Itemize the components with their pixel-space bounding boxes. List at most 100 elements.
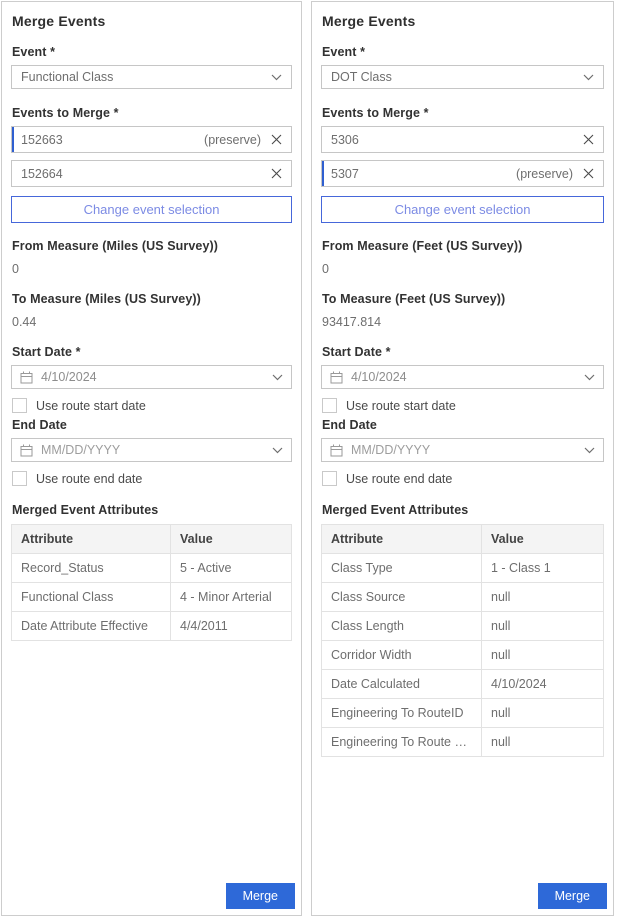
events-to-merge-label: Events to Merge *: [12, 106, 292, 120]
event-to-merge-input[interactable]: 152664: [11, 160, 292, 187]
value-cell: 4 - Minor Arterial: [171, 583, 292, 612]
start-date-value: 4/10/2024: [41, 370, 97, 384]
event-id: 5307: [331, 167, 359, 181]
use-route-start-date-checkbox[interactable]: [322, 398, 337, 413]
event-to-merge-input[interactable]: 5306: [321, 126, 604, 153]
chevron-down-icon: [583, 74, 594, 81]
chevron-down-icon: [272, 374, 283, 381]
panel-title: Merge Events: [322, 13, 604, 29]
end-date-input[interactable]: MM/DD/YYYY: [11, 438, 292, 462]
table-row: Functional Class 4 - Minor Arterial: [12, 583, 292, 612]
chevron-down-icon: [584, 447, 595, 454]
calendar-icon: [330, 371, 343, 384]
attribute-cell: Date Calculated: [322, 670, 482, 699]
start-date-input[interactable]: 4/10/2024: [321, 365, 604, 389]
use-route-end-date-checkbox[interactable]: [12, 471, 27, 486]
event-select[interactable]: Functional Class: [11, 65, 292, 89]
merged-attributes-label: Merged Event Attributes: [322, 503, 604, 517]
table-row: Record_Status 5 - Active: [12, 554, 292, 583]
calendar-icon: [20, 444, 33, 457]
use-route-start-date-row: Use route start date: [12, 398, 292, 413]
merge-button[interactable]: Merge: [538, 883, 607, 909]
event-label: Event *: [322, 45, 604, 59]
attribute-column-header: Attribute: [12, 525, 171, 554]
to-measure-label: To Measure (Miles (US Survey)): [12, 292, 292, 306]
chevron-down-icon: [271, 74, 282, 81]
value-cell: null: [482, 612, 604, 641]
event-select-value: DOT Class: [331, 70, 392, 84]
attribute-cell: Corridor Width: [322, 641, 482, 670]
close-icon[interactable]: [583, 168, 594, 179]
event-select-value: Functional Class: [21, 70, 113, 84]
use-route-end-date-row: Use route end date: [12, 471, 292, 486]
end-date-input[interactable]: MM/DD/YYYY: [321, 438, 604, 462]
to-measure-value: 93417.814: [322, 315, 604, 329]
event-select[interactable]: DOT Class: [321, 65, 604, 89]
value-column-header: Value: [171, 525, 292, 554]
value-cell: null: [482, 699, 604, 728]
event-to-merge-input[interactable]: 152663 (preserve): [11, 126, 292, 153]
calendar-icon: [330, 444, 343, 457]
merged-attributes-table: Attribute Value Record_Status 5 - Active…: [11, 524, 292, 641]
use-route-start-date-checkbox[interactable]: [12, 398, 27, 413]
event-to-merge-input[interactable]: 5307 (preserve): [321, 160, 604, 187]
value-cell: 1 - Class 1: [482, 554, 604, 583]
value-cell: 4/4/2011: [171, 612, 292, 641]
table-row: Date Calculated 4/10/2024: [322, 670, 604, 699]
close-icon[interactable]: [271, 168, 282, 179]
merge-events-panel-left: Merge Events Event * Functional Class Ev…: [1, 1, 302, 916]
start-date-label: Start Date *: [12, 345, 292, 359]
event-id: 152663: [21, 133, 63, 147]
event-label: Event *: [12, 45, 292, 59]
table-row: Engineering To RouteID null: [322, 699, 604, 728]
attribute-column-header: Attribute: [322, 525, 482, 554]
attribute-cell: Record_Status: [12, 554, 171, 583]
use-route-end-date-label: Use route end date: [346, 472, 452, 486]
table-row: Date Attribute Effective 4/4/2011: [12, 612, 292, 641]
close-icon[interactable]: [271, 134, 282, 145]
table-row: Engineering To Route … null: [322, 728, 604, 757]
event-id: 5306: [331, 133, 359, 147]
attribute-cell: Class Source: [322, 583, 482, 612]
preserve-badge: (preserve): [516, 167, 573, 181]
value-cell: null: [482, 728, 604, 757]
end-date-placeholder: MM/DD/YYYY: [41, 443, 120, 457]
use-route-end-date-row: Use route end date: [322, 471, 604, 486]
to-measure-value: 0.44: [12, 315, 292, 329]
merged-attributes-table: Attribute Value Class Type 1 - Class 1 C…: [321, 524, 604, 757]
table-row: Class Source null: [322, 583, 604, 612]
attribute-cell: Date Attribute Effective: [12, 612, 171, 641]
attribute-cell: Class Length: [322, 612, 482, 641]
merge-events-panel-right: Merge Events Event * DOT Class Events to…: [311, 1, 614, 916]
start-date-label: Start Date *: [322, 345, 604, 359]
event-id: 152664: [21, 167, 63, 181]
end-date-placeholder: MM/DD/YYYY: [351, 443, 430, 457]
table-row: Corridor Width null: [322, 641, 604, 670]
merged-attributes-label: Merged Event Attributes: [12, 503, 292, 517]
preserve-badge: (preserve): [204, 133, 261, 147]
from-measure-label: From Measure (Miles (US Survey)): [12, 239, 292, 253]
table-row: Class Length null: [322, 612, 604, 641]
value-cell: null: [482, 641, 604, 670]
chevron-down-icon: [272, 447, 283, 454]
use-route-start-date-row: Use route start date: [322, 398, 604, 413]
from-measure-label: From Measure (Feet (US Survey)): [322, 239, 604, 253]
merge-button[interactable]: Merge: [226, 883, 295, 909]
table-header-row: Attribute Value: [12, 525, 292, 554]
end-date-label: End Date: [12, 418, 292, 432]
calendar-icon: [20, 371, 33, 384]
attribute-cell: Engineering To RouteID: [322, 699, 482, 728]
use-route-start-date-label: Use route start date: [36, 399, 146, 413]
value-cell: 4/10/2024: [482, 670, 604, 699]
to-measure-label: To Measure (Feet (US Survey)): [322, 292, 604, 306]
change-event-selection-button[interactable]: Change event selection: [321, 196, 604, 223]
close-icon[interactable]: [583, 134, 594, 145]
change-event-selection-button[interactable]: Change event selection: [11, 196, 292, 223]
table-header-row: Attribute Value: [322, 525, 604, 554]
start-date-input[interactable]: 4/10/2024: [11, 365, 292, 389]
attribute-cell: Functional Class: [12, 583, 171, 612]
end-date-label: End Date: [322, 418, 604, 432]
use-route-end-date-checkbox[interactable]: [322, 471, 337, 486]
from-measure-value: 0: [322, 262, 604, 276]
attribute-cell: Class Type: [322, 554, 482, 583]
